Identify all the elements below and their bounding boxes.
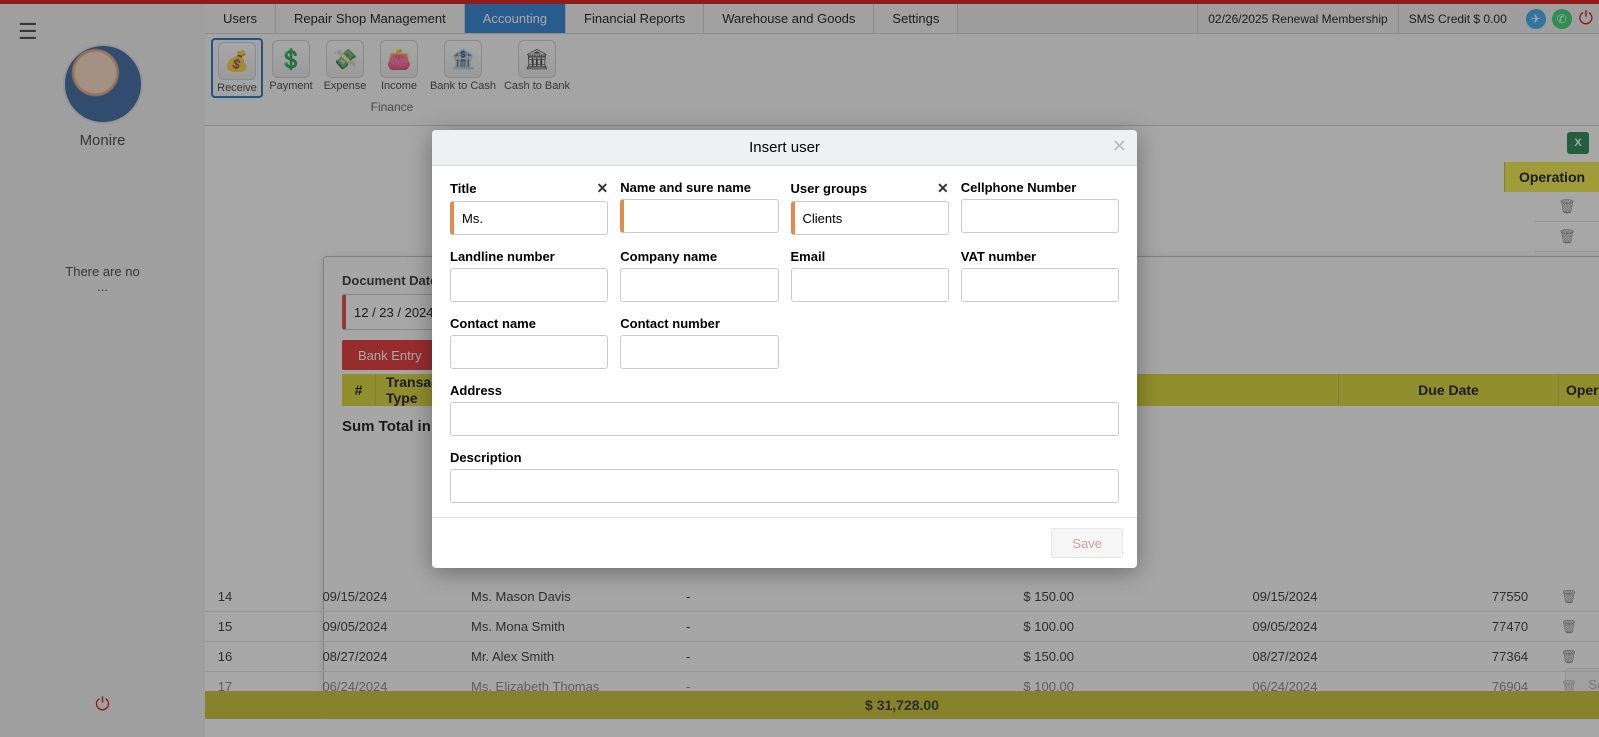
contact-number-label: Contact number bbox=[620, 316, 720, 331]
insert-user-modal: Insert user ✕ Title✕ Name and sure name … bbox=[432, 130, 1137, 568]
title-label: Title bbox=[450, 181, 477, 196]
description-label: Description bbox=[450, 450, 522, 465]
contact-name-label: Contact name bbox=[450, 316, 536, 331]
groups-label: User groups bbox=[791, 181, 868, 196]
title-clear-icon[interactable]: ✕ bbox=[597, 180, 609, 197]
email-label: Email bbox=[791, 249, 826, 264]
contact-name-input[interactable] bbox=[450, 335, 608, 369]
cell-input[interactable] bbox=[961, 199, 1119, 233]
contact-number-input[interactable] bbox=[620, 335, 778, 369]
email-input[interactable] bbox=[791, 268, 949, 302]
address-input[interactable] bbox=[450, 402, 1119, 436]
landline-label: Landline number bbox=[450, 249, 555, 264]
groups-input[interactable] bbox=[791, 201, 949, 235]
modal-title: Insert user bbox=[749, 139, 820, 156]
modal-header: Insert user ✕ bbox=[432, 130, 1137, 166]
company-label: Company name bbox=[620, 249, 717, 264]
company-input[interactable] bbox=[620, 268, 778, 302]
cell-label: Cellphone Number bbox=[961, 180, 1077, 195]
modal-close-icon[interactable]: ✕ bbox=[1112, 136, 1127, 157]
vat-label: VAT number bbox=[961, 249, 1036, 264]
description-input[interactable] bbox=[450, 469, 1119, 503]
name-input[interactable] bbox=[620, 199, 778, 233]
title-input[interactable] bbox=[450, 201, 608, 235]
vat-input[interactable] bbox=[961, 268, 1119, 302]
modal-save-button[interactable]: Save bbox=[1051, 528, 1123, 558]
groups-clear-icon[interactable]: ✕ bbox=[937, 180, 949, 197]
landline-input[interactable] bbox=[450, 268, 608, 302]
name-label: Name and sure name bbox=[620, 180, 751, 195]
address-label: Address bbox=[450, 383, 502, 398]
